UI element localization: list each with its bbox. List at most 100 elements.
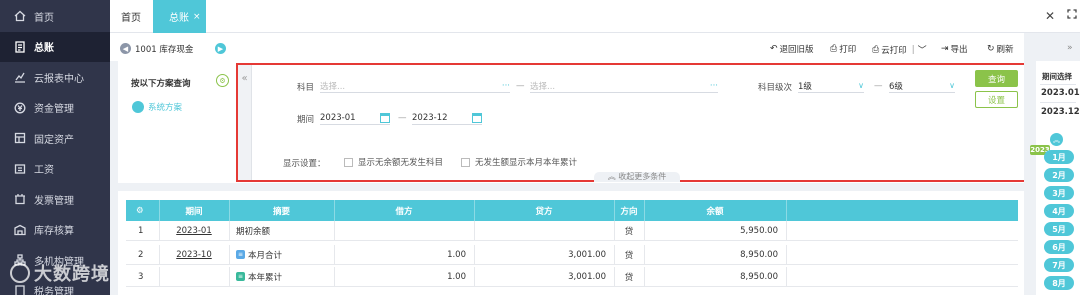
prev-account-button[interactable]: ◀	[120, 43, 131, 54]
chevron-up-icon[interactable]: ︽	[1050, 133, 1063, 146]
next-account-button[interactable]: ▶	[215, 43, 226, 54]
sidebar-item-label: 工资	[34, 165, 54, 177]
chevron-down-icon[interactable]: ﹀	[918, 43, 927, 56]
month-button-5[interactable]: 5月	[1044, 222, 1074, 236]
sidebar-item-fund[interactable]: 资金管理	[0, 93, 110, 124]
period-link[interactable]: 2023-01	[159, 221, 229, 240]
button-label: 导出	[950, 45, 968, 55]
summary-cell: ≡ 本年累计	[236, 267, 282, 286]
column-header-period: 期间	[185, 206, 203, 217]
refresh-icon: ↻	[987, 44, 995, 54]
credit-cell: 3,001.00	[568, 249, 606, 260]
button-label: 打印	[839, 45, 857, 55]
collapse-panel-button[interactable]: «	[238, 65, 252, 180]
show-empty-subjects-checkbox[interactable]: 显示无余额无发生科目	[344, 156, 443, 168]
chevron-up-icon: ︽	[607, 172, 616, 181]
table-row[interactable]: 1 2023-01 期初余额 贷 5,950.00	[126, 221, 1018, 241]
period-link[interactable]: 2023-10	[159, 245, 229, 264]
watermark-icon	[10, 263, 30, 283]
sidebar-item-fixed-asset[interactable]: 固定资产	[0, 123, 110, 154]
range-dash: —	[398, 113, 407, 123]
credit-cell	[474, 221, 606, 240]
scheme-label: 系统方案	[148, 103, 183, 113]
range-dash: —	[516, 81, 525, 91]
input-value: 2023-12	[412, 112, 448, 123]
query-button[interactable]: 查询	[975, 70, 1018, 87]
close-icon[interactable]: ✕	[1045, 9, 1055, 23]
setting-button[interactable]: 设置	[975, 91, 1018, 108]
export-button[interactable]: ⇥ 导出	[941, 43, 968, 55]
sidebar-item-salary[interactable]: 工资	[0, 154, 110, 185]
invoice-icon	[14, 193, 26, 205]
level-from-select[interactable]: 1级 ∨	[798, 79, 864, 93]
checkbox-box[interactable]	[344, 157, 353, 167]
month-button-2[interactable]: 2月	[1044, 168, 1074, 182]
warehouse-icon	[14, 224, 26, 236]
more-icon[interactable]: ···	[710, 81, 718, 91]
close-tab-icon[interactable]: ×	[193, 12, 201, 22]
month-button-3[interactable]: 3月	[1044, 186, 1074, 200]
credit-cell: 3,001.00	[568, 271, 606, 282]
checkbox-box[interactable]	[461, 157, 470, 167]
display-settings-label: 显示设置：	[283, 159, 326, 169]
settings-icon[interactable]: ⚙	[136, 200, 144, 221]
month-button-4[interactable]: 4月	[1044, 204, 1074, 218]
tax-icon	[14, 285, 26, 295]
subject-from-input[interactable]: 选择... ···	[320, 79, 510, 93]
level-label: 科目级次	[758, 83, 793, 93]
chevron-down-icon: ∨	[949, 81, 955, 90]
period-from-value[interactable]: 2023.01	[1041, 88, 1080, 98]
month-button-7[interactable]: 7月	[1044, 258, 1074, 272]
tab-label: 总账	[169, 13, 189, 24]
show-cumulative-checkbox[interactable]: 无发生额显示本月本年累计	[461, 156, 577, 168]
calendar-icon[interactable]	[380, 112, 390, 123]
more-icon[interactable]: ···	[502, 81, 510, 91]
right-divider	[1024, 33, 1036, 295]
balance-cell: 8,950.00	[740, 249, 778, 260]
level-to-select[interactable]: 6级 ∨	[889, 79, 955, 93]
period-to-input[interactable]: 2023-12	[412, 111, 482, 125]
period-to-value[interactable]: 2023.12	[1041, 107, 1080, 117]
back-old-version-button[interactable]: ↶ 退回旧版	[770, 43, 814, 55]
sidebar-item-home[interactable]: 首页	[0, 1, 110, 32]
more-label: 收起更多条件	[618, 172, 667, 181]
fullscreen-icon[interactable]	[1067, 9, 1077, 19]
cloud-print-button[interactable]: ⎙ 云打印 | ﹀	[872, 43, 929, 57]
table-row[interactable]: 3 ≡ 本年累计 1.00 3,001.00 贷 8,950.00	[126, 267, 1018, 287]
month-button-1[interactable]: 1月	[1044, 150, 1074, 164]
tab-home[interactable]: 首页	[121, 0, 141, 33]
summary-text: 本月合计	[248, 250, 283, 261]
placeholder-text: 选择...	[530, 81, 556, 92]
sidebar-item-invoice[interactable]: 发票管理	[0, 184, 110, 215]
month-button-8[interactable]: 8月	[1044, 276, 1074, 290]
direction-cell: 贷	[624, 272, 634, 283]
tab-bar: 首页 总账 × ✕	[110, 0, 1080, 33]
refresh-button[interactable]: ↻ 刷新	[987, 43, 1014, 55]
export-icon: ⇥	[941, 44, 949, 54]
collapse-more-conditions[interactable]: ︽ 收起更多条件	[594, 172, 680, 182]
calendar-icon[interactable]	[472, 112, 482, 123]
print-button[interactable]: ⎙ 打印	[830, 43, 856, 55]
account-name[interactable]: 1001 库存现金	[135, 43, 193, 55]
sidebar-item-report-center[interactable]: 云报表中心	[0, 62, 110, 93]
month-button-6[interactable]: 6月	[1044, 240, 1074, 254]
toolbar: ◀ 1001 库存现金 ▶ ↶ 退回旧版 ⎙ 打印 ⎙ 云打印 | ﹀ ⇥ 导出 ↻ 刷新	[110, 33, 1024, 61]
year-total-icon: ≡	[236, 272, 245, 281]
row-number: 1	[138, 225, 144, 236]
debit-cell	[334, 221, 466, 240]
watermark-logo: 大数跨境	[10, 260, 110, 286]
sidebar-item-warehouse[interactable]: 库存核算	[0, 215, 110, 246]
table-row[interactable]: 2 2023-10 ≡ 本月合计 1.00 3,001.00 贷 8,950.0…	[126, 245, 1018, 265]
summary-text: 本年累计	[248, 272, 283, 283]
gear-icon[interactable]: ⚙	[216, 74, 229, 87]
tab-ledger[interactable]: 总账 ×	[153, 0, 206, 33]
subject-to-input[interactable]: 选择... ···	[530, 79, 718, 93]
sidebar-item-ledger[interactable]: 总账	[0, 31, 110, 62]
checkbox-label: 无发生额显示本月本年累计	[475, 158, 578, 168]
expand-panel-icon[interactable]: »	[1067, 43, 1073, 53]
system-scheme-link[interactable]: 系统方案	[132, 101, 182, 113]
period-from-input[interactable]: 2023-01	[320, 111, 390, 125]
money-icon	[14, 102, 26, 114]
balance-cell: 5,950.00	[740, 225, 778, 236]
direction-cell: 贷	[624, 250, 634, 261]
